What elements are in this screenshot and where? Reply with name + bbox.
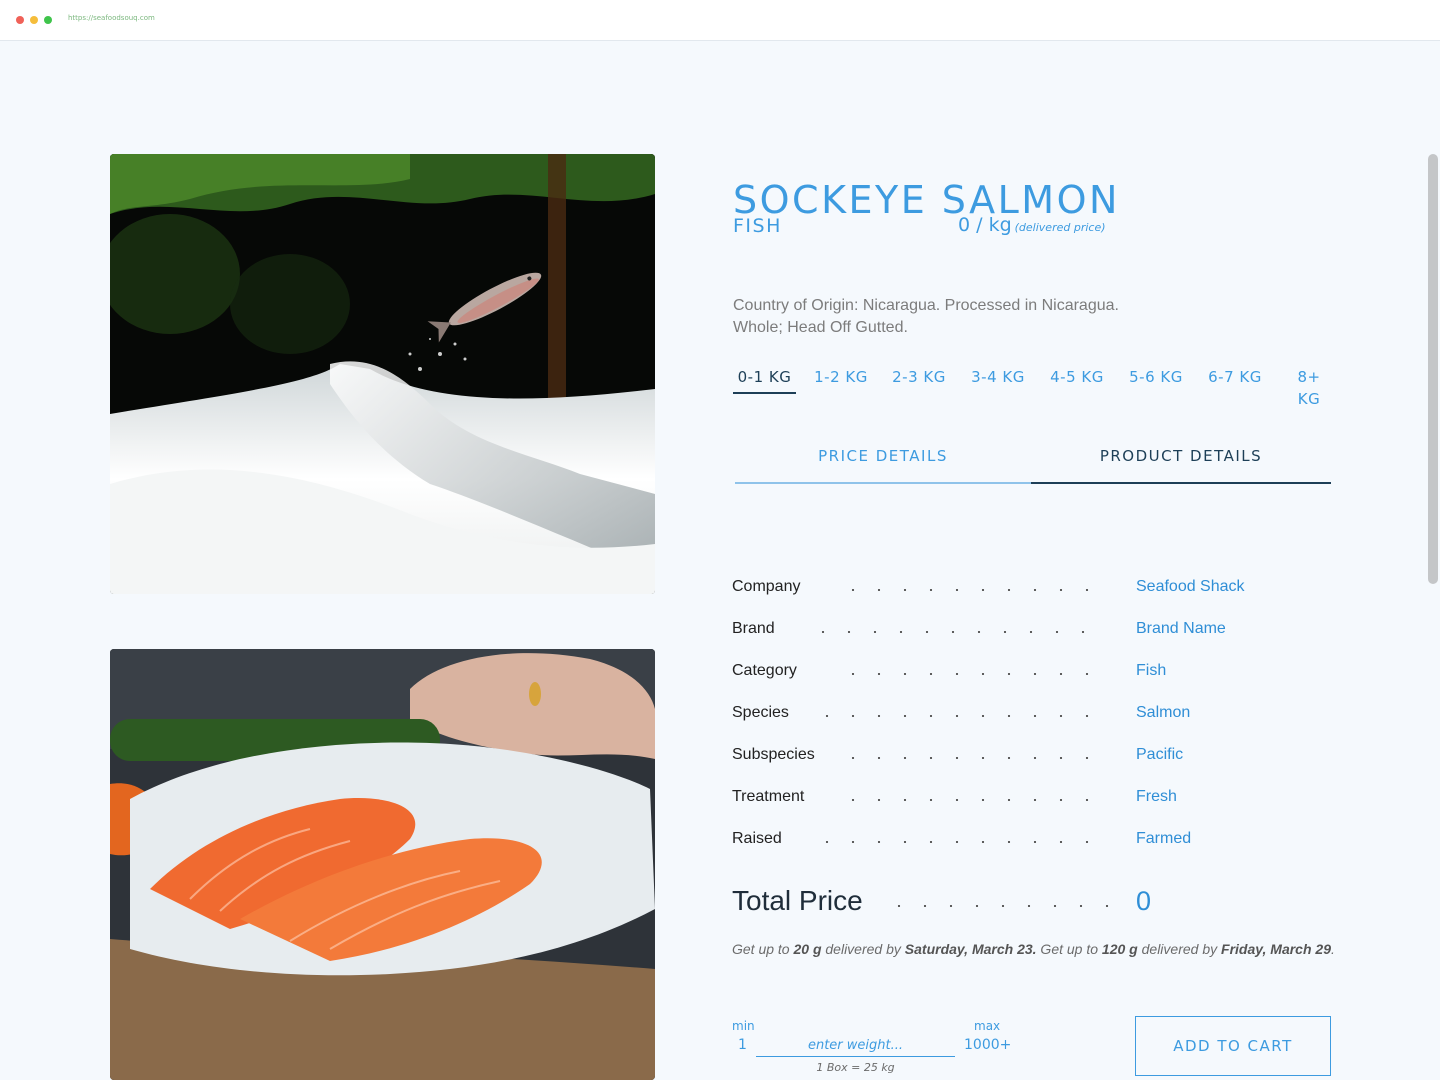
delivery-text: Get up to	[1036, 941, 1102, 957]
delivery-amount: 120 g	[1101, 941, 1138, 957]
delivery-text: .	[1331, 941, 1335, 957]
tab-price-details[interactable]: PRICE DETAILS	[735, 446, 1031, 484]
min-weight-value: 1	[738, 1037, 747, 1053]
dotted-leader	[814, 841, 1104, 843]
unit-price-note: (delivered price)	[1014, 221, 1106, 234]
weight-range-1-2[interactable]: 1-2 KG	[813, 366, 869, 392]
dotted-leader	[840, 589, 1104, 591]
weight-range-2-3[interactable]: 2-3 KG	[891, 366, 947, 392]
delivery-estimate: Get up to 20 g delivered by Saturday, Ma…	[732, 941, 1392, 957]
weight-range-5-6[interactable]: 5-6 KG	[1128, 366, 1184, 392]
detail-value[interactable]: Brand Name	[1136, 620, 1226, 638]
delivery-text: delivered by	[821, 941, 905, 957]
detail-label: Category	[732, 662, 805, 680]
tab-product-details[interactable]: PRODUCT DETAILS	[1031, 446, 1331, 484]
weight-range-0-1[interactable]: 0-1 KG	[733, 366, 796, 394]
detail-label: Subspecies	[732, 746, 823, 764]
dotted-leader	[840, 673, 1104, 675]
total-price-value: 0	[1136, 886, 1152, 916]
detail-row-brand: Brand Brand Name	[732, 620, 1332, 644]
detail-label: Raised	[732, 830, 790, 848]
unit-price-value: 0 / kg	[958, 214, 1012, 236]
detail-label: Brand	[732, 620, 783, 638]
dotted-leader	[886, 905, 1116, 907]
processing-text: Whole; Head Off Gutted.	[733, 319, 908, 336]
detail-row-subspecies: Subspecies Pacific	[732, 746, 1332, 770]
detail-row-raised: Raised Farmed	[732, 830, 1332, 854]
box-size-note: 1 Box = 25 kg	[816, 1061, 895, 1074]
delivery-text: Get up to	[732, 941, 794, 957]
product-category-label: FISH	[733, 215, 782, 237]
detail-label: Treatment	[732, 788, 813, 806]
page-scrollbar-thumb[interactable]	[1428, 154, 1438, 584]
detail-value[interactable]: Pacific	[1136, 746, 1183, 764]
detail-label: Company	[732, 578, 809, 596]
weight-range-8-plus[interactable]: 8+ KG	[1285, 366, 1333, 408]
dotted-leader	[840, 799, 1104, 801]
dotted-leader	[840, 757, 1104, 759]
max-weight-value: 1000+	[964, 1037, 1012, 1053]
delivery-amount: 20 g	[793, 941, 822, 957]
add-to-cart-button[interactable]: ADD TO CART	[1135, 1016, 1331, 1076]
detail-value[interactable]: Salmon	[1136, 704, 1190, 722]
detail-value[interactable]: Farmed	[1136, 830, 1191, 848]
address-bar-url[interactable]: https://seafoodsouq.com	[68, 14, 155, 22]
min-weight-label: min	[732, 1019, 755, 1033]
detail-value[interactable]: Seafood Shack	[1136, 578, 1245, 596]
dotted-leader	[810, 631, 1104, 633]
delivery-text: delivered by	[1137, 941, 1222, 957]
delivery-date: Saturday, March 23.	[904, 941, 1037, 957]
weight-range-selector: 0-1 KG 1-2 KG 2-3 KG 3-4 KG 4-5 KG 5-6 K…	[733, 366, 1333, 408]
weight-input[interactable]	[756, 1034, 955, 1057]
weight-range-6-7[interactable]: 6-7 KG	[1207, 366, 1263, 392]
weight-range-4-5[interactable]: 4-5 KG	[1049, 366, 1105, 392]
detail-value[interactable]: Fresh	[1136, 788, 1177, 806]
detail-row-treatment: Treatment Fresh	[732, 788, 1332, 812]
browser-toolbar: https://seafoodsouq.com	[0, 0, 1440, 41]
product-description: Country of Origin: Nicaragua. Processed …	[733, 295, 1293, 339]
detail-row-species: Species Salmon	[732, 704, 1332, 728]
weight-range-3-4[interactable]: 3-4 KG	[970, 366, 1026, 392]
minimize-window-dot[interactable]	[30, 16, 38, 24]
detail-value[interactable]: Fish	[1136, 662, 1166, 680]
delivery-date: Friday, March 29	[1221, 941, 1331, 957]
dotted-leader	[814, 715, 1104, 717]
product-photo-leaping-salmon	[110, 154, 655, 594]
detail-row-company: Company Seafood Shack	[732, 578, 1332, 602]
origin-text: Country of Origin: Nicaragua. Processed …	[733, 297, 1119, 314]
max-weight-label: max	[974, 1019, 1001, 1033]
detail-label: Species	[732, 704, 797, 722]
unit-price: 0 / kg (delivered price)	[958, 214, 1106, 236]
close-window-dot[interactable]	[16, 16, 24, 24]
detail-row-category: Category Fish	[732, 662, 1332, 686]
total-price-label: Total Price	[732, 885, 863, 916]
product-photo-salmon-fillets	[110, 649, 655, 1080]
maximize-window-dot[interactable]	[44, 16, 52, 24]
